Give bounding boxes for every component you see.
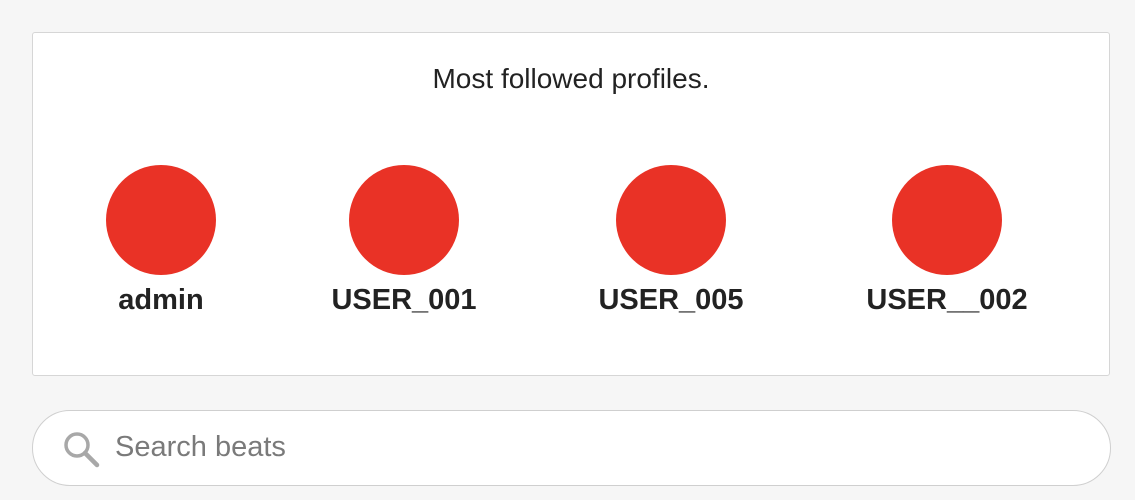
profile-username[interactable]: USER_005 <box>541 284 801 317</box>
avatar[interactable] <box>349 165 459 275</box>
search-input[interactable] <box>115 411 1075 484</box>
panel-title: Most followed profiles. <box>432 63 710 94</box>
avatar[interactable] <box>106 165 216 275</box>
profile-username[interactable]: USER__002 <box>817 284 1077 317</box>
profile-card-admin[interactable]: admin <box>31 165 291 317</box>
profile-card-user-002[interactable]: USER__002 <box>817 165 1077 317</box>
avatar[interactable] <box>892 165 1002 275</box>
profile-card-user-005[interactable]: USER_005 <box>541 165 801 317</box>
search-bar[interactable] <box>32 410 1111 486</box>
profile-card-user-001[interactable]: USER_001 <box>274 165 534 317</box>
avatar[interactable] <box>616 165 726 275</box>
profile-username[interactable]: admin <box>31 284 291 317</box>
most-followed-panel: Most followed profiles. admin USER_001 U… <box>32 32 1110 376</box>
search-icon <box>61 429 101 469</box>
profile-username[interactable]: USER_001 <box>274 284 534 317</box>
